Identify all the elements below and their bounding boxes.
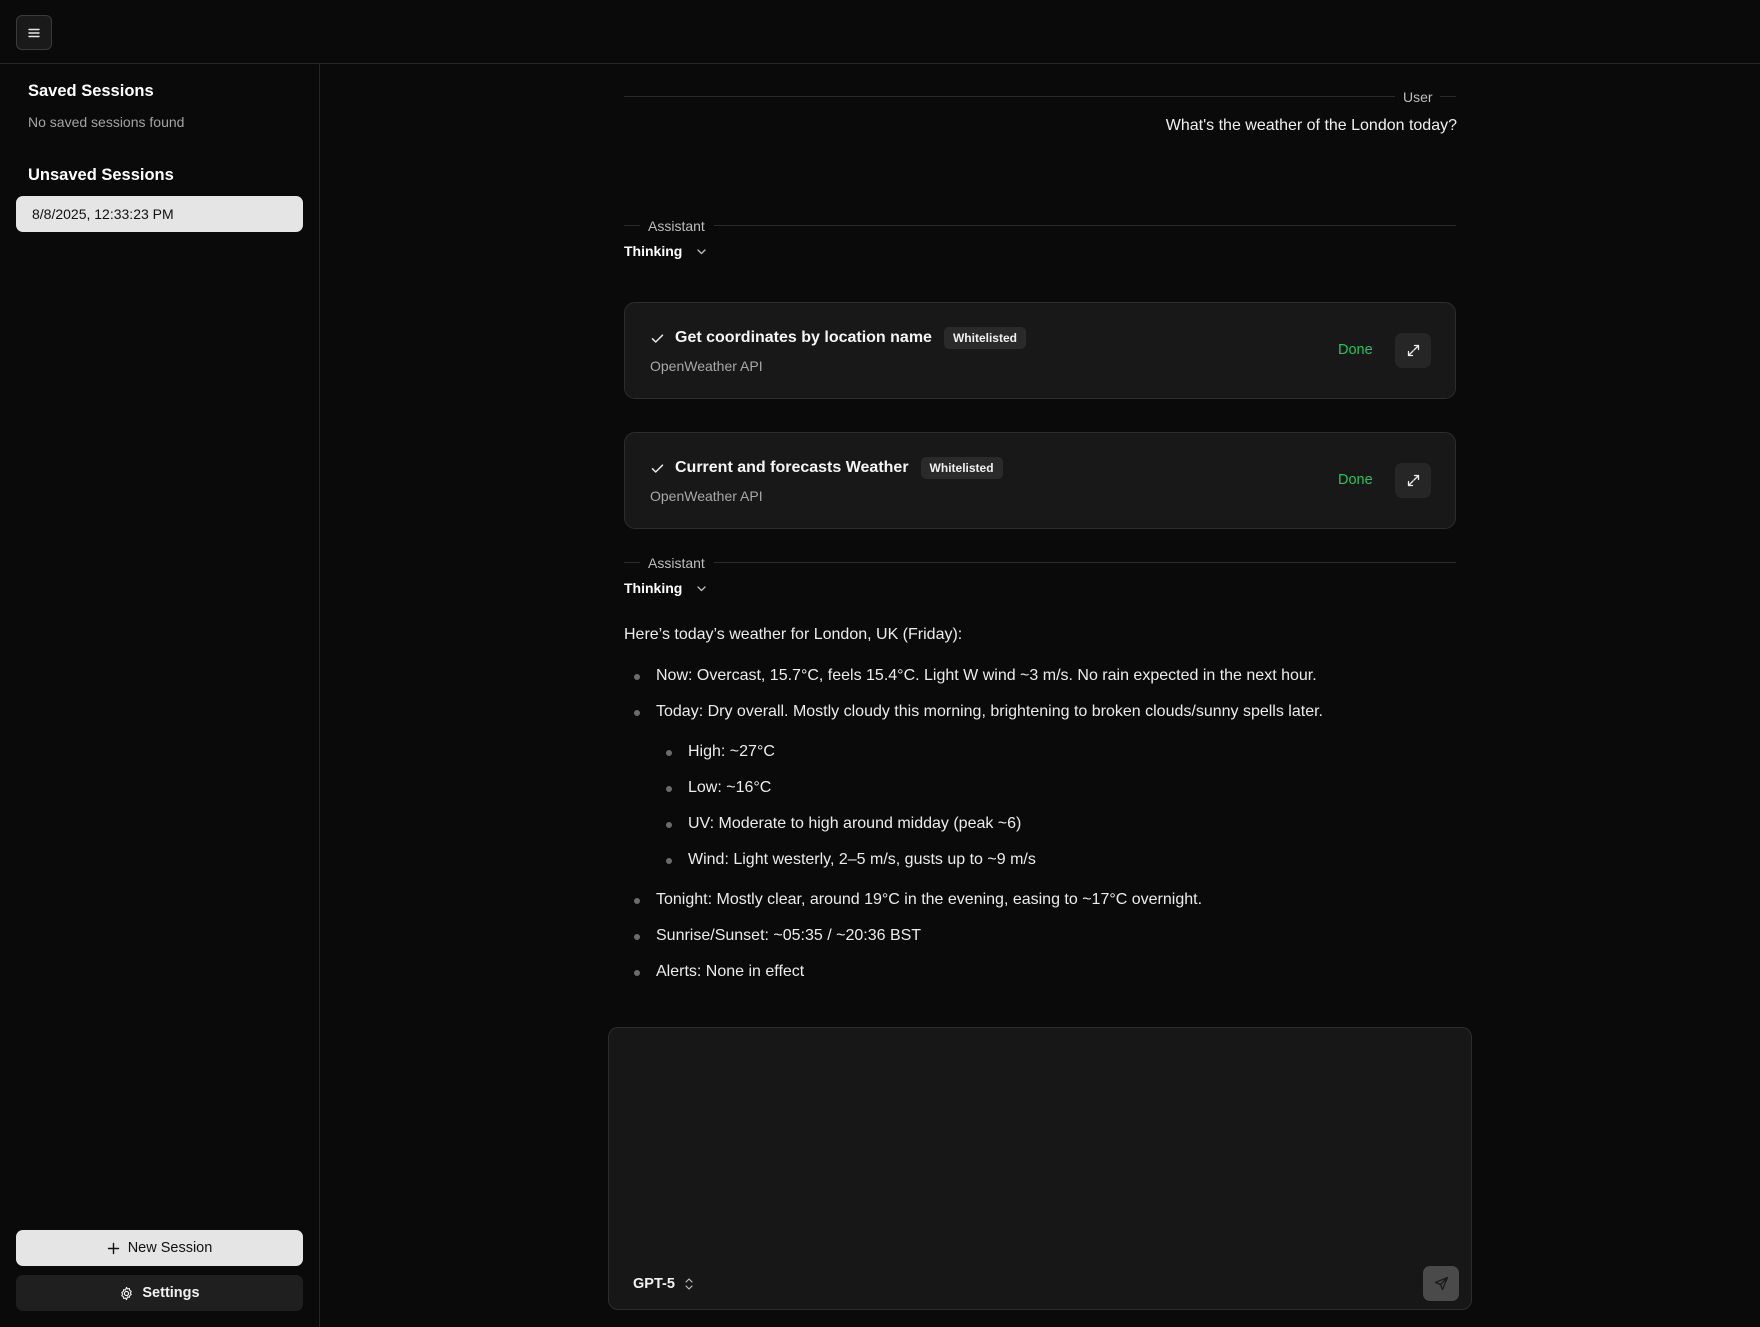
new-session-button[interactable]: New Session [16, 1230, 303, 1266]
sidebar: Saved Sessions No saved sessions found U… [0, 64, 320, 1327]
check-icon [650, 461, 665, 476]
assistant-role-label: Assistant [648, 218, 705, 234]
tool-call-status: Done [1338, 472, 1373, 488]
assistant-answer: Here’s today’s weather for London, UK (F… [624, 626, 1454, 998]
list-item: Now: Overcast, 15.7°C, feels 15.4°C. Lig… [624, 666, 1454, 686]
today-details-list: High: ~27°C Low: ~16°C UV: Moderate to h… [624, 742, 1454, 870]
session-item-label: 8/8/2025, 12:33:23 PM [32, 206, 174, 222]
expand-icon [1407, 474, 1420, 487]
expand-tool-call-button[interactable] [1395, 333, 1431, 368]
plus-icon [107, 1242, 120, 1255]
user-message: What's the weather of the London today? [1165, 117, 1457, 134]
divider [624, 225, 640, 226]
top-bar [0, 0, 1760, 64]
session-item[interactable]: 8/8/2025, 12:33:23 PM [16, 196, 303, 232]
gear-icon [119, 1286, 134, 1301]
sidebar-toggle-button[interactable] [16, 15, 52, 50]
chevron-down-icon [696, 583, 707, 594]
message-composer[interactable]: GPT-5 [608, 1027, 1472, 1310]
unsaved-sessions-title: Unsaved Sessions [28, 166, 174, 184]
tool-call-title: Get coordinates by location name [675, 329, 932, 346]
list-item: Tonight: Mostly clear, around 19°C in th… [624, 890, 1454, 910]
expand-tool-call-button[interactable] [1395, 463, 1431, 498]
menu-icon [27, 26, 41, 40]
answer-intro: Here’s today’s weather for London, UK (F… [624, 626, 963, 643]
settings-button[interactable]: Settings [16, 1275, 303, 1311]
list-item: Low: ~16°C [656, 778, 1454, 798]
thinking-toggle[interactable]: Thinking [624, 243, 707, 259]
check-icon [650, 331, 665, 346]
tool-call-title: Current and forecasts Weather [675, 459, 909, 476]
thinking-toggle[interactable]: Thinking [624, 580, 707, 596]
tool-call-card: Current and forecasts Weather Whiteliste… [624, 432, 1456, 529]
chevron-up-down-icon [684, 1277, 694, 1291]
tool-call-status: Done [1338, 342, 1373, 358]
list-item: Today: Dry overall. Mostly cloudy this m… [624, 702, 1454, 722]
tool-call-card: Get coordinates by location name Whiteli… [624, 302, 1456, 399]
thinking-label: Thinking [624, 243, 683, 259]
thinking-label: Thinking [624, 580, 683, 596]
send-icon [1434, 1276, 1449, 1291]
divider [624, 562, 640, 563]
expand-icon [1407, 344, 1420, 357]
divider [714, 225, 1456, 226]
saved-sessions-title: Saved Sessions [28, 82, 154, 100]
new-session-label: New Session [127, 1240, 213, 1256]
user-role-label: User [1403, 89, 1433, 105]
list-item: Alerts: None in effect [624, 962, 1454, 982]
list-item: Sunrise/Sunset: ~05:35 / ~20:36 BST [624, 926, 1454, 946]
divider [624, 96, 1395, 97]
model-selector[interactable]: GPT-5 [633, 1276, 694, 1292]
tool-call-source: OpenWeather API [650, 488, 763, 504]
tool-call-source: OpenWeather API [650, 358, 763, 374]
send-button[interactable] [1423, 1266, 1459, 1301]
message-input[interactable] [629, 1046, 1453, 1246]
assistant-role-label: Assistant [648, 555, 705, 571]
model-selector-label: GPT-5 [633, 1276, 675, 1292]
divider [1440, 96, 1456, 97]
whitelisted-badge: Whitelisted [920, 457, 1003, 479]
saved-sessions-empty-text: No saved sessions found [28, 114, 185, 130]
chevron-down-icon [696, 246, 707, 257]
whitelisted-badge: Whitelisted [943, 327, 1026, 349]
list-item: UV: Moderate to high around midday (peak… [656, 814, 1454, 834]
list-item: Wind: Light westerly, 2–5 m/s, gusts up … [656, 850, 1454, 870]
settings-label: Settings [142, 1285, 200, 1301]
divider [714, 562, 1456, 563]
list-item: High: ~27°C [656, 742, 1454, 762]
